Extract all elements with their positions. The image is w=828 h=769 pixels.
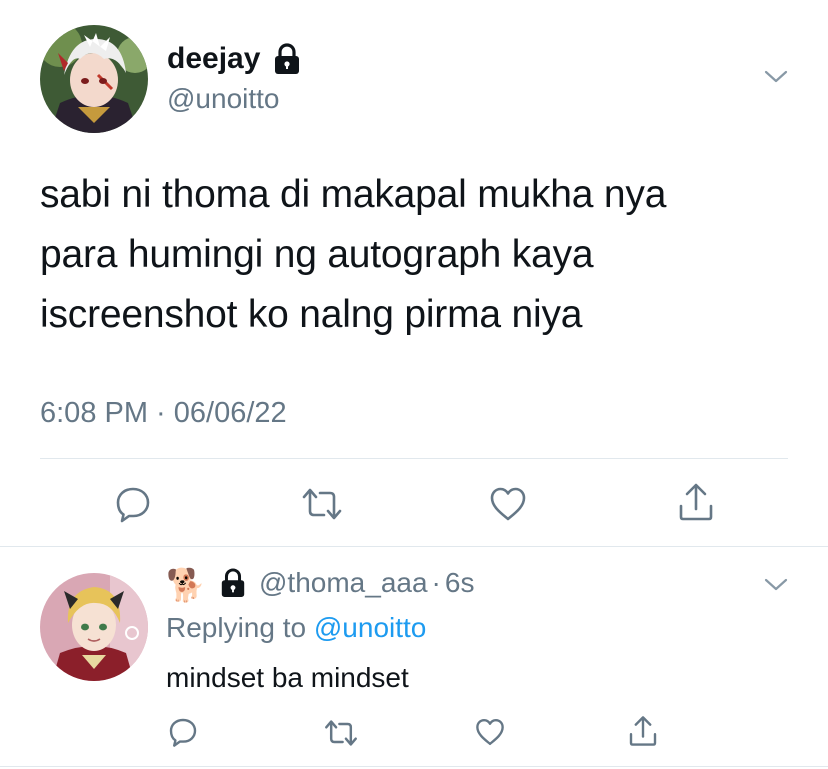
lock-icon	[272, 43, 302, 75]
reply-meta: @thoma_aaa · 6s	[259, 567, 474, 599]
share-icon[interactable]	[627, 714, 659, 748]
share-icon[interactable]	[676, 481, 716, 523]
replying-to: Replying to @unoitto	[166, 612, 426, 644]
author-avatar[interactable]	[40, 25, 148, 133]
like-icon[interactable]	[474, 717, 506, 747]
author-name[interactable]: deejay	[167, 42, 260, 76]
lock-icon	[219, 568, 247, 598]
tweet-text: sabi ni thoma di makapal mukha nya para …	[40, 165, 666, 345]
reply-icon[interactable]	[167, 716, 199, 748]
replying-prefix: Replying to	[166, 612, 307, 643]
chevron-down-icon[interactable]	[764, 578, 788, 592]
replying-to-mention[interactable]: @unoitto	[314, 612, 427, 643]
reply-icon[interactable]	[113, 484, 153, 524]
like-icon[interactable]	[488, 485, 528, 523]
divider	[0, 766, 828, 767]
divider	[0, 546, 828, 547]
reply-text: mindset ba mindset	[166, 662, 409, 693]
retweet-icon[interactable]	[323, 718, 359, 748]
reply-avatar[interactable]	[40, 573, 148, 681]
reply-handle[interactable]: @thoma_aaa	[259, 567, 428, 598]
tweet-timestamp[interactable]: 6:08 PM · 06/06/22	[40, 397, 287, 430]
retweet-icon[interactable]	[300, 486, 344, 522]
tweet-text-line: para humingi ng autograph kaya	[40, 233, 594, 276]
divider	[40, 458, 788, 459]
separator-dot: ·	[431, 567, 441, 598]
chevron-down-icon[interactable]	[764, 70, 788, 84]
dog-emoji: 🐕	[166, 567, 206, 603]
author-handle[interactable]: @unoitto	[167, 83, 280, 115]
tweet-text-line: sabi ni thoma di makapal mukha nya	[40, 173, 667, 216]
reply-age[interactable]: 6s	[445, 567, 475, 598]
tweet-text-line: iscreenshot ko nalng pirma niya	[40, 293, 583, 336]
